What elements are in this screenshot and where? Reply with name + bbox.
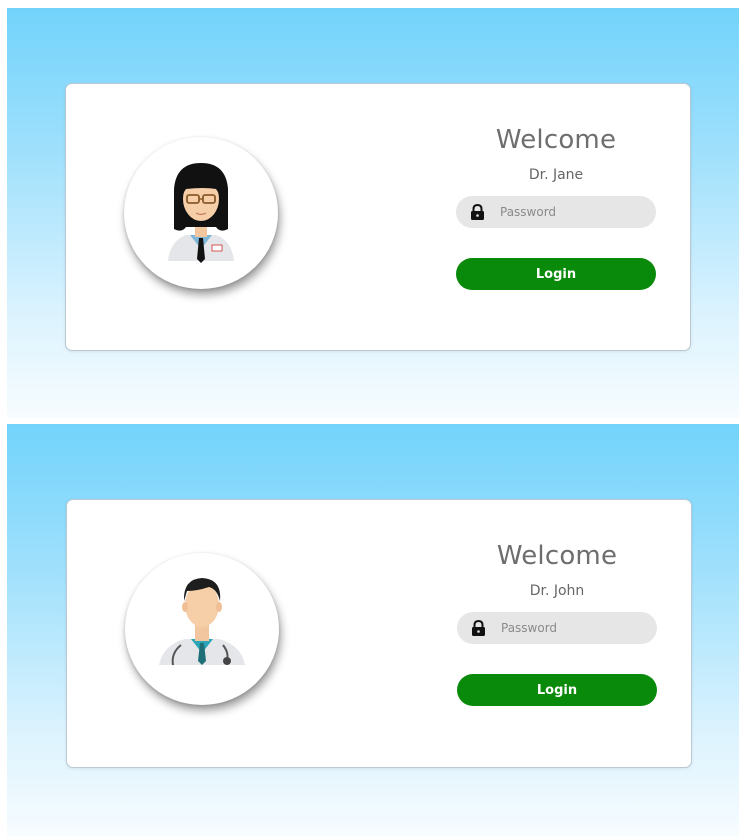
login-card: Welcome Dr. Jane Login [65,83,691,351]
login-screen-jane: Welcome Dr. Jane Login [7,8,739,418]
avatar [124,137,278,289]
welcome-heading: Welcome [495,125,617,155]
login-form: Welcome Dr. John Login [457,538,657,706]
login-screen-john: Welcome Dr. John Login [7,424,739,836]
lock-icon [471,204,484,220]
login-form: Welcome Dr. Jane Login [456,122,656,290]
avatar [125,553,279,705]
password-field[interactable] [457,612,657,644]
password-input[interactable] [501,612,649,644]
password-field[interactable] [456,196,656,228]
login-button[interactable]: Login [457,674,657,706]
welcome-heading: Welcome [496,541,618,571]
female-doctor-avatar-icon [168,163,234,263]
doctor-name: Dr. Jane [528,167,584,183]
doctor-name: Dr. John [529,583,585,599]
male-doctor-avatar-icon [159,578,245,666]
lock-icon [472,620,485,636]
login-card: Welcome Dr. John Login [66,499,692,768]
login-button[interactable]: Login [456,258,656,290]
password-input[interactable] [500,196,648,228]
